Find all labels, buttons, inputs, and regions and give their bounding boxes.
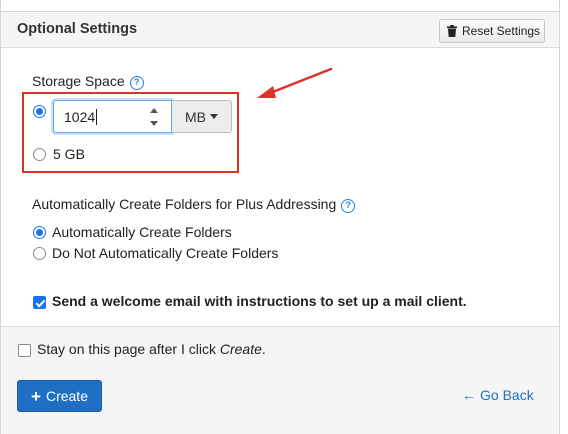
folders-label-text: Automatically Create Folders for Plus Ad… bbox=[32, 196, 337, 212]
create-label: Create bbox=[45, 388, 88, 404]
panel-title: Optional Settings bbox=[17, 21, 138, 37]
optional-settings-panel: Optional Settings Reset Settings Storage… bbox=[0, 0, 560, 434]
panel-header: Optional Settings Reset Settings bbox=[1, 12, 559, 48]
trash-icon bbox=[447, 25, 457, 37]
plus-icon: + bbox=[31, 386, 41, 406]
go-back-label: Go Back bbox=[480, 387, 534, 403]
folders-label: Automatically Create Folders for Plus Ad… bbox=[32, 196, 356, 213]
highlight-box bbox=[22, 92, 239, 173]
folders-manual-label: Do Not Automatically Create Folders bbox=[52, 245, 279, 261]
reset-settings-button[interactable]: Reset Settings bbox=[439, 19, 545, 43]
annotation-arrow-icon bbox=[257, 67, 333, 98]
arrow-left-icon: ← bbox=[462, 387, 476, 403]
create-button[interactable]: + Create bbox=[17, 380, 102, 412]
storage-space-text: Storage Space bbox=[32, 73, 125, 89]
folders-auto-radio[interactable] bbox=[33, 226, 46, 239]
stay-emph: Create bbox=[219, 341, 262, 357]
folders-manual-radio[interactable] bbox=[33, 247, 46, 260]
storage-space-label: Storage Space? bbox=[32, 73, 144, 90]
stay-suffix: . bbox=[261, 341, 266, 357]
stay-prefix: Stay on this page after I click bbox=[37, 341, 220, 357]
welcome-email-checkbox[interactable] bbox=[33, 296, 46, 309]
welcome-email-label: Send a welcome email with instructions t… bbox=[52, 293, 467, 309]
folders-auto-label: Automatically Create Folders bbox=[52, 224, 232, 240]
stay-on-page-label: Stay on this page after I click Create. bbox=[37, 341, 266, 357]
top-strip bbox=[1, 0, 559, 12]
go-back-link[interactable]: ← Go Back bbox=[462, 387, 534, 403]
folders-help-icon[interactable]: ? bbox=[341, 198, 356, 213]
reset-settings-label: Reset Settings bbox=[462, 24, 541, 38]
stay-on-page-checkbox[interactable] bbox=[18, 344, 31, 357]
storage-help-icon[interactable]: ? bbox=[129, 75, 144, 90]
